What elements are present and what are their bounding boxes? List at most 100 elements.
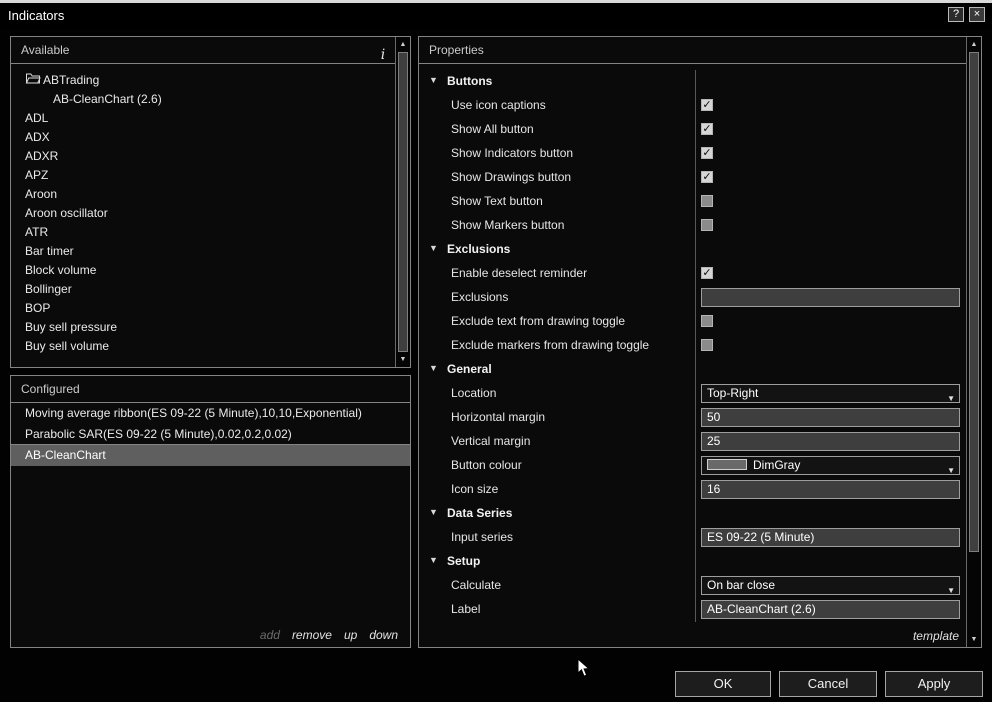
color-swatch — [707, 459, 747, 470]
available-item-label: Aroon oscillator — [25, 206, 108, 220]
available-list-item[interactable]: ATR — [11, 223, 395, 242]
group-label: Setup — [447, 554, 480, 568]
checkbox[interactable]: ✓ — [701, 267, 713, 279]
collapse-triangle-icon[interactable]: ▼ — [429, 75, 438, 85]
checkbox[interactable]: ✓ — [701, 147, 713, 159]
property-label: Vertical margin — [451, 434, 530, 448]
checkbox[interactable]: ✓ — [701, 99, 713, 111]
checkbox[interactable]: ✓ — [701, 123, 713, 135]
ok-button[interactable]: OK — [675, 671, 771, 697]
dropdown[interactable]: On bar close ▼ — [701, 576, 960, 595]
available-list-item[interactable]: AB-CleanChart (2.6) — [11, 90, 395, 109]
collapse-triangle-icon[interactable]: ▼ — [429, 507, 438, 517]
property-label: Exclude text from drawing toggle — [451, 314, 625, 328]
configured-list-item[interactable]: Parabolic SAR(ES 09-22 (5 Minute),0.02,0… — [11, 424, 410, 445]
scroll-down-icon[interactable]: ▼ — [396, 353, 410, 366]
configured-list-item[interactable]: AB-CleanChart — [11, 445, 410, 466]
property-row: Exclusions — [419, 286, 966, 310]
collapse-triangle-icon[interactable]: ▼ — [429, 555, 438, 565]
configured-list: Moving average ribbon(ES 09-22 (5 Minute… — [11, 403, 410, 466]
property-label: Show Markers button — [451, 218, 564, 232]
close-button[interactable]: × — [969, 7, 985, 22]
collapse-triangle-icon[interactable]: ▼ — [429, 363, 438, 373]
text-input[interactable] — [701, 288, 960, 307]
checkbox[interactable]: ✓ — [701, 171, 713, 183]
up-link[interactable]: up — [344, 628, 357, 642]
property-row: Button colourDimGray▼ — [419, 454, 966, 478]
collapse-triangle-icon[interactable]: ▼ — [429, 243, 438, 253]
scroll-up-icon[interactable]: ▲ — [396, 38, 410, 51]
property-group-exclusions[interactable]: ▼Exclusions — [419, 238, 966, 262]
available-header: Available i — [11, 37, 395, 64]
available-list-item[interactable]: ADX — [11, 128, 395, 147]
available-list-item[interactable]: ABTrading — [11, 71, 395, 90]
property-label: Location — [451, 386, 496, 400]
scroll-down-icon[interactable]: ▼ — [967, 633, 981, 646]
available-list-item[interactable]: Bollinger — [11, 280, 395, 299]
available-list-item[interactable]: Bar timer — [11, 242, 395, 261]
configured-actions: add remove updown — [248, 628, 398, 642]
text-input[interactable]: AB-CleanChart (2.6) — [701, 600, 960, 619]
scrollbar-thumb[interactable] — [969, 52, 979, 552]
dropdown[interactable]: Top-Right▼ — [701, 384, 960, 403]
template-link[interactable]: template — [913, 629, 959, 643]
property-row: Exclude text from drawing toggle — [419, 310, 966, 334]
dropdown-value: Top-Right — [707, 386, 758, 400]
properties-scrollbar[interactable]: ▲ ▼ — [966, 37, 981, 647]
text-input[interactable]: 50 — [701, 408, 960, 427]
available-list-item[interactable]: APZ — [11, 166, 395, 185]
available-item-label: Bar timer — [25, 244, 74, 258]
dropdown-value: On bar close — [707, 578, 775, 592]
apply-button[interactable]: Apply — [885, 671, 983, 697]
available-item-label: Buy sell volume — [25, 339, 109, 353]
checkbox[interactable] — [701, 195, 713, 207]
available-item-label: Aroon — [25, 187, 57, 201]
property-group-general[interactable]: ▼General — [419, 358, 966, 382]
text-input[interactable]: ES 09-22 (5 Minute) — [701, 528, 960, 547]
property-group-setup[interactable]: ▼ Setup — [419, 550, 966, 574]
property-label: Exclusions — [451, 290, 508, 304]
available-item-label: Bollinger — [25, 282, 72, 296]
available-list-item[interactable]: Buy sell pressure — [11, 318, 395, 337]
add-link[interactable]: add — [260, 628, 280, 642]
configured-list-item[interactable]: Moving average ribbon(ES 09-22 (5 Minute… — [11, 403, 410, 424]
available-list-item[interactable]: ADL — [11, 109, 395, 128]
available-list-item[interactable]: Block volume — [11, 261, 395, 280]
property-label: Horizontal margin — [451, 410, 545, 424]
available-list-item[interactable]: Aroon oscillator — [11, 204, 395, 223]
checkbox[interactable] — [701, 219, 713, 231]
property-label: Show All button — [451, 122, 534, 136]
text-input[interactable]: 16 — [701, 480, 960, 499]
property-label: Icon size — [451, 482, 498, 496]
property-group-buttons[interactable]: ▼Buttons — [419, 70, 966, 94]
available-list-item[interactable]: Buy sell volume — [11, 337, 395, 356]
chevron-down-icon: ▼ — [947, 582, 955, 595]
properties-grid: ▼Buttons Use icon captions ✓ Show All butto… — [419, 64, 966, 647]
property-row: Show Markers button — [419, 214, 966, 238]
property-row: Input seriesES 09-22 (5 Minute) — [419, 526, 966, 550]
property-label: Exclude markers from drawing toggle — [451, 338, 649, 352]
available-scrollbar[interactable]: ▲ ▼ — [395, 37, 410, 367]
property-group-data-series[interactable]: ▼Data Series — [419, 502, 966, 526]
property-row: Vertical margin 25 — [419, 430, 966, 454]
available-item-label: ATR — [25, 225, 48, 239]
property-row: Location Top-Right▼ — [419, 382, 966, 406]
available-list-item[interactable]: ADXR — [11, 147, 395, 166]
property-row: Show Indicators button✓ — [419, 142, 966, 166]
help-button[interactable]: ? — [948, 7, 964, 22]
color-dropdown[interactable]: DimGray▼ — [701, 456, 960, 475]
text-input[interactable]: 25 — [701, 432, 960, 451]
available-list-item[interactable]: Aroon — [11, 185, 395, 204]
checkbox[interactable] — [701, 339, 713, 351]
checkbox[interactable] — [701, 315, 713, 327]
property-row: Show Text button — [419, 190, 966, 214]
available-list-item[interactable]: BOP — [11, 299, 395, 318]
property-label: Use icon captions — [451, 98, 546, 112]
cancel-button[interactable]: Cancel — [779, 671, 877, 697]
scroll-up-icon[interactable]: ▲ — [967, 38, 981, 51]
scrollbar-thumb[interactable] — [398, 52, 408, 352]
remove-link[interactable]: remove — [292, 628, 332, 642]
down-link[interactable]: down — [369, 628, 398, 642]
available-panel: Available i ABTradingAB-CleanChart (2.6)… — [10, 36, 411, 368]
available-item-label: BOP — [25, 301, 50, 315]
